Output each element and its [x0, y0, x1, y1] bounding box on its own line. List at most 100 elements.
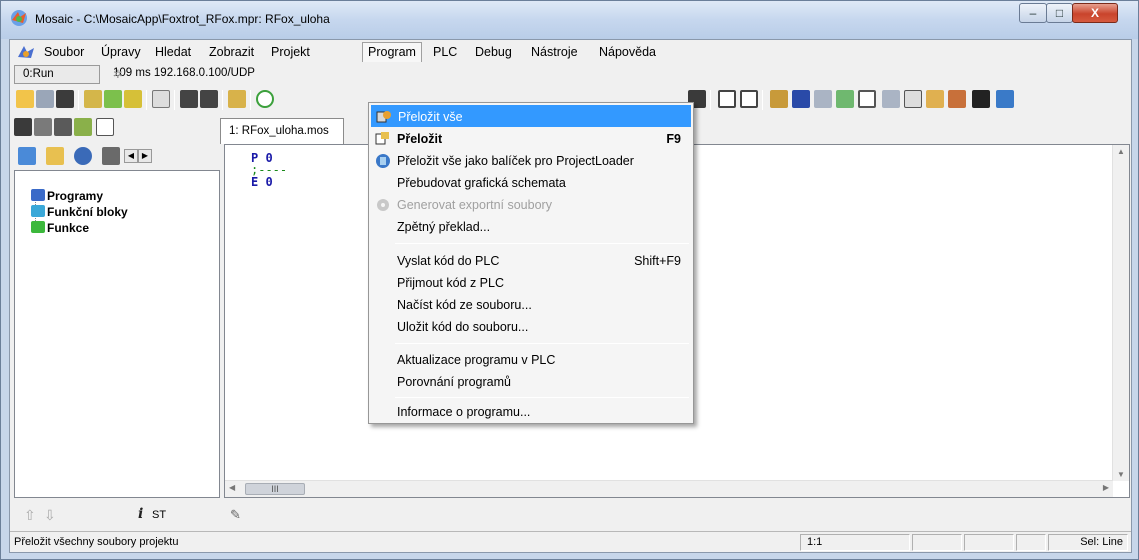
menu-item-vyslat-kod[interactable]: Vyslat kód do PLC Shift+F9 — [371, 250, 691, 272]
disk-icon[interactable] — [792, 90, 810, 108]
graph-icon[interactable] — [836, 90, 854, 108]
move-up-icon[interactable]: ⇧ — [24, 507, 36, 524]
find-icon[interactable] — [814, 90, 832, 108]
left-footer: ⇧ ⇩ i ST — [10, 501, 222, 529]
minimize-button[interactable]: – — [1019, 3, 1047, 23]
menu-soubor[interactable]: Soubor — [39, 42, 89, 62]
function-blocks-icon — [31, 205, 45, 217]
tabs-scroll-right-button[interactable]: ▶ — [138, 149, 152, 163]
cursor-position: 1:1 — [800, 534, 910, 551]
menu-plc[interactable]: PLC — [428, 42, 462, 62]
horizontal-scroll-thumb[interactable]: III — [245, 483, 305, 495]
network-icon[interactable] — [926, 90, 944, 108]
toolbar-separator — [222, 90, 223, 110]
horizontal-scrollbar[interactable]: ◀ III ▶ — [225, 480, 1113, 497]
st-label[interactable]: ST — [152, 509, 166, 521]
calendar-icon[interactable] — [904, 90, 922, 108]
library-icon[interactable] — [770, 90, 788, 108]
tree-item-funkce[interactable]: Funkce — [31, 221, 90, 235]
menu-item-prelozit-balicek[interactable]: Přeložit vše jako balíček pro ProjectLoa… — [371, 150, 691, 172]
window-arrange-icon[interactable] — [54, 118, 72, 136]
menu-item-informace-o-programu[interactable]: Informace o programu... — [371, 401, 691, 423]
tab-programs-icon[interactable] — [18, 147, 36, 165]
watch-icon[interactable] — [96, 118, 114, 136]
add-module-icon[interactable] — [104, 90, 122, 108]
code-line-3: E 0 — [251, 175, 273, 189]
close-button[interactable]: X — [1072, 3, 1118, 23]
functions-icon — [31, 221, 45, 233]
menu-item-shortcut: Shift+F9 — [634, 254, 681, 268]
menu-zobrazit[interactable]: Zobrazit — [204, 42, 259, 62]
menu-item-label: Generovat exportní soubory — [397, 198, 552, 212]
menu-separator — [395, 397, 689, 398]
app-menu-icon[interactable] — [16, 43, 36, 61]
menu-item-prebudovat-schemata[interactable]: Přebudovat grafická schemata — [371, 172, 691, 194]
debug-bug-icon[interactable] — [74, 118, 92, 136]
scroll-down-icon[interactable]: ▼ — [1117, 470, 1125, 479]
scroll-up-icon[interactable]: ▲ — [1117, 147, 1125, 156]
info-icon[interactable]: i — [138, 506, 143, 522]
tree-item-label: Programy — [47, 189, 104, 203]
menu-napoveda[interactable]: Nápověda — [594, 42, 661, 62]
menu-item-label: Přeložit vše — [398, 110, 463, 124]
code-text: E 0 — [251, 175, 273, 189]
menu-item-label: Informace o programu... — [397, 405, 531, 419]
title-bar[interactable]: Mosaic - C:\MosaicApp\Foxtrot_RFox.mpr: … — [1, 1, 1138, 39]
menu-hledat[interactable]: Hledat — [150, 42, 196, 62]
client-area: Soubor Úpravy Hledat Zobrazit Projekt Pr… — [9, 39, 1132, 553]
menu-item-prijmout-kod[interactable]: Přijmout kód z PLC — [371, 272, 691, 294]
menu-item-aktualizace-programu[interactable]: Aktualizace programu v PLC — [371, 349, 691, 371]
menu-item-nacist-kod[interactable]: Načíst kód ze souboru... — [371, 294, 691, 316]
compile-icon[interactable] — [228, 90, 246, 108]
menu-item-zpetny-preklad[interactable]: Zpětný překlad... — [371, 216, 691, 238]
print-preview-icon[interactable] — [200, 90, 218, 108]
table-icon[interactable] — [858, 90, 876, 108]
tree-item-programy[interactable]: Programy — [31, 189, 104, 203]
menu-item-prelozit[interactable]: Přeložit F9 — [371, 128, 691, 150]
new-document-icon[interactable] — [152, 90, 170, 108]
maximize-button[interactable]: □ — [1046, 3, 1073, 23]
package-icon — [376, 154, 390, 168]
menu-item-label: Přeložit vše jako balíček pro ProjectLoa… — [397, 154, 634, 168]
report-icon[interactable] — [882, 90, 900, 108]
menu-program[interactable]: Program — [362, 42, 422, 62]
open-folder-icon[interactable] — [16, 90, 34, 108]
menu-item-prelozit-vse[interactable]: Přeložit vše — [371, 105, 691, 127]
run-icon[interactable] — [256, 90, 274, 108]
panel-split-icon[interactable] — [740, 90, 758, 108]
move-down-icon[interactable]: ⇩ — [44, 507, 56, 524]
panel-left-icon[interactable] — [718, 90, 736, 108]
save-icon[interactable] — [36, 90, 54, 108]
tree-item-funkcni-bloky[interactable]: Funkční bloky — [31, 205, 128, 219]
print-icon[interactable] — [180, 90, 198, 108]
menu-upravy[interactable]: Úpravy — [96, 42, 146, 62]
menu-projekt[interactable]: Projekt — [266, 42, 315, 62]
help-icon[interactable] — [996, 90, 1014, 108]
tab-tools-icon[interactable] — [102, 147, 120, 165]
menu-separator — [395, 343, 689, 344]
tabs-scroll-left-button[interactable]: ◀ — [124, 149, 138, 163]
menu-item-ulozit-kod[interactable]: Uložit kód do souboru... — [371, 316, 691, 338]
pencil-icon[interactable]: ✎ — [230, 507, 241, 523]
menu-item-shortcut: F9 — [666, 132, 681, 146]
add-file-icon[interactable] — [84, 90, 102, 108]
io-icon[interactable] — [972, 90, 990, 108]
editor-footer: ✎ — [224, 501, 1130, 529]
tab-rfox-uloha[interactable]: 1: RFox_uloha.mos — [220, 118, 344, 144]
io-config-icon[interactable] — [948, 90, 966, 108]
menu-item-porovnani-programu[interactable]: Porovnání programů — [371, 371, 691, 393]
menu-item-label: Přebudovat grafická schemata — [397, 176, 566, 190]
scroll-left-icon[interactable]: ◀ — [229, 483, 235, 492]
tab-globals-icon[interactable] — [74, 147, 92, 165]
window-tile-icon[interactable] — [34, 118, 52, 136]
tree-item-label: Funkce — [47, 221, 90, 235]
window-cascade-icon[interactable] — [14, 118, 32, 136]
scroll-right-icon[interactable]: ▶ — [1103, 483, 1109, 492]
add-block-icon[interactable] — [124, 90, 142, 108]
menu-nastroje[interactable]: Nástroje — [526, 42, 583, 62]
vertical-scrollbar[interactable]: ▲ ▼ — [1112, 145, 1129, 481]
run-state: 0:Run — [23, 68, 54, 80]
menu-debug[interactable]: Debug — [470, 42, 517, 62]
save-all-icon[interactable] — [56, 90, 74, 108]
tab-files-icon[interactable] — [46, 147, 64, 165]
